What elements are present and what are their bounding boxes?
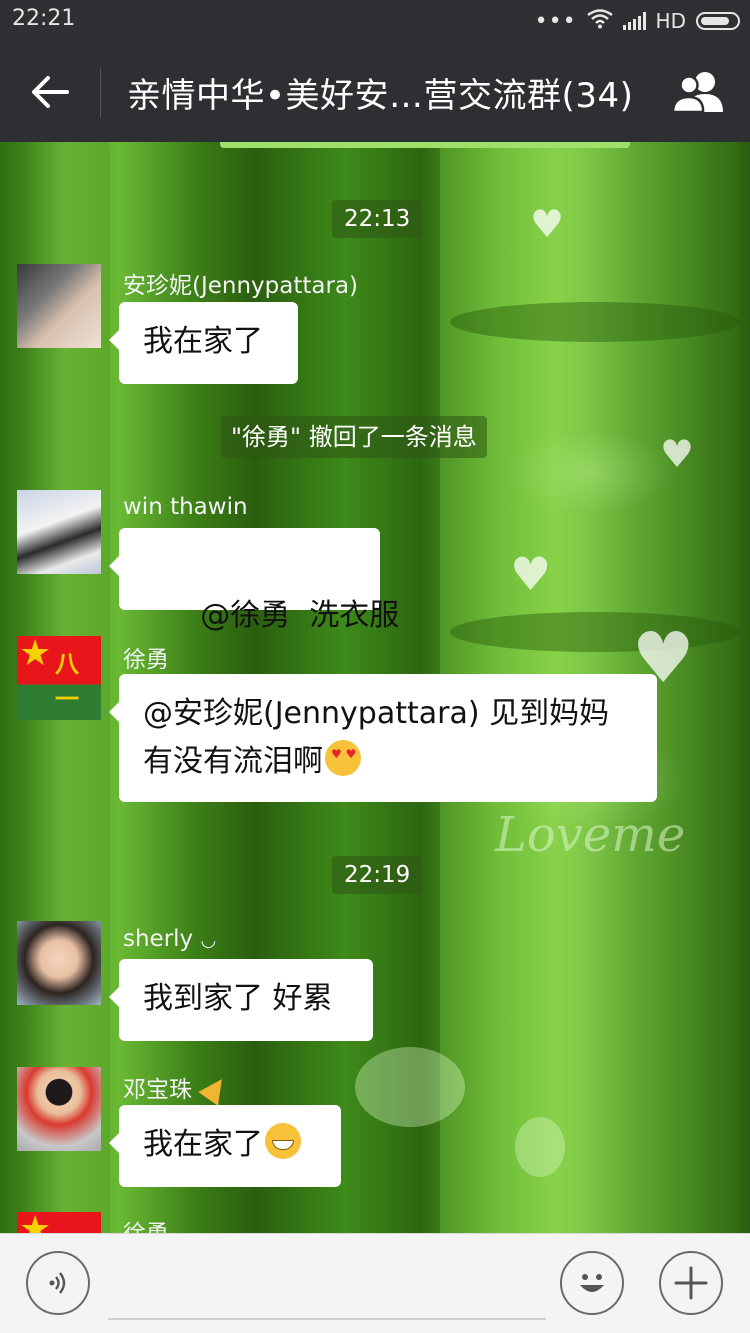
sender-name: win thawin <box>123 494 248 520</box>
input-bar <box>0 1233 750 1333</box>
message-text: 我在家了 <box>143 324 263 359</box>
chat-header: 亲情中华•美好安…营交流群(34) <box>0 42 750 142</box>
message-text: @徐勇 洗衣服 <box>200 598 400 633</box>
sender-name: 安珍妮(Jennypattara) <box>123 273 359 299</box>
message-input[interactable] <box>108 1254 546 1320</box>
party-popper-emoji <box>198 1072 233 1106</box>
message-bubble[interactable]: 我到家了 好累 <box>109 959 373 1041</box>
sender-suffix: ◡ <box>200 930 217 951</box>
voice-icon <box>49 1272 66 1294</box>
background-bamboo-node <box>450 612 740 652</box>
sender-name: 徐勇 <box>123 647 169 673</box>
chat-area[interactable]: ♥ ♥ ♥ ♥ Loveme 22:13 安珍妮(Jennypattara) 我… <box>0 142 750 1233</box>
status-bar: 22:21 ••• HD <box>0 0 750 42</box>
heart-decoration-icon: ♥ <box>660 432 695 476</box>
background-glow <box>515 1117 565 1177</box>
emoji-button[interactable] <box>560 1251 624 1315</box>
background-glow <box>355 1047 465 1127</box>
star-icon: ★ <box>19 1212 52 1233</box>
battery-icon <box>696 12 740 30</box>
network-label: HD <box>655 9 686 33</box>
message-timestamp: 22:13 <box>332 200 423 238</box>
wifi-icon <box>586 8 613 34</box>
status-time: 22:21 <box>12 6 76 31</box>
avatar[interactable] <box>17 490 101 574</box>
message-text-line-wrapper: 有没有流泪啊 ♥ ♥ <box>143 738 633 786</box>
sender-name-text: 邓宝珠 <box>123 1077 192 1103</box>
header-divider <box>100 68 101 118</box>
heart-eyes-emoji: ♥ ♥ <box>325 740 361 776</box>
background-script: Loveme <box>495 807 686 863</box>
avatar[interactable] <box>17 921 101 1005</box>
message-text-line: @安珍妮(Jennypattara) 见到妈妈 <box>143 696 610 731</box>
more-dots-icon: ••• <box>534 8 577 34</box>
grinning-emoji <box>265 1123 301 1159</box>
avatar[interactable]: ★ 八一 <box>17 636 101 720</box>
message-text: 我在家了 <box>143 1127 263 1162</box>
voice-button[interactable] <box>26 1251 90 1315</box>
recall-notice: "徐勇" 撤回了一条消息 <box>221 416 487 458</box>
avatar-label: 八一 <box>55 650 79 713</box>
heart-decoration-icon: ♥ <box>510 547 552 601</box>
message-text-line: 有没有流泪啊 <box>143 744 323 779</box>
sender-name: sherly ◡ <box>123 926 216 952</box>
message-bubble[interactable]: 我在家了 <box>109 302 298 384</box>
more-button[interactable] <box>659 1251 723 1315</box>
sender-name-text: sherly <box>123 926 194 952</box>
sender-name: 邓宝珠 <box>123 1070 233 1106</box>
background-bamboo-node <box>450 302 740 342</box>
message-bubble[interactable]: @徐勇 洗衣服 <box>109 528 399 633</box>
top-strip <box>220 142 630 148</box>
star-icon: ★ <box>19 636 52 674</box>
avatar[interactable] <box>17 264 101 348</box>
status-icons: ••• HD <box>535 6 740 36</box>
group-members-icon <box>671 72 723 114</box>
back-button[interactable] <box>18 62 82 122</box>
plus-icon <box>674 1266 708 1300</box>
emoji-face-icon <box>580 1274 604 1292</box>
message-bubble[interactable]: 我在家了 <box>109 1105 341 1187</box>
group-title: 亲情中华•美好安…营交流群(34) <box>127 76 634 116</box>
message-timestamp: 22:19 <box>332 856 423 894</box>
back-arrow-icon <box>32 76 69 108</box>
avatar[interactable] <box>17 1067 101 1151</box>
message-text: 我到家了 好累 <box>143 981 333 1016</box>
signal-icon <box>622 12 646 30</box>
group-members-button[interactable] <box>668 64 732 120</box>
avatar[interactable]: ★ <box>17 1212 101 1233</box>
sender-name: 徐勇 <box>123 1214 169 1233</box>
message-bubble[interactable]: @安珍妮(Jennypattara) 见到妈妈 有没有流泪啊 ♥ ♥ <box>109 674 657 802</box>
heart-decoration-icon: ♥ <box>530 202 565 246</box>
